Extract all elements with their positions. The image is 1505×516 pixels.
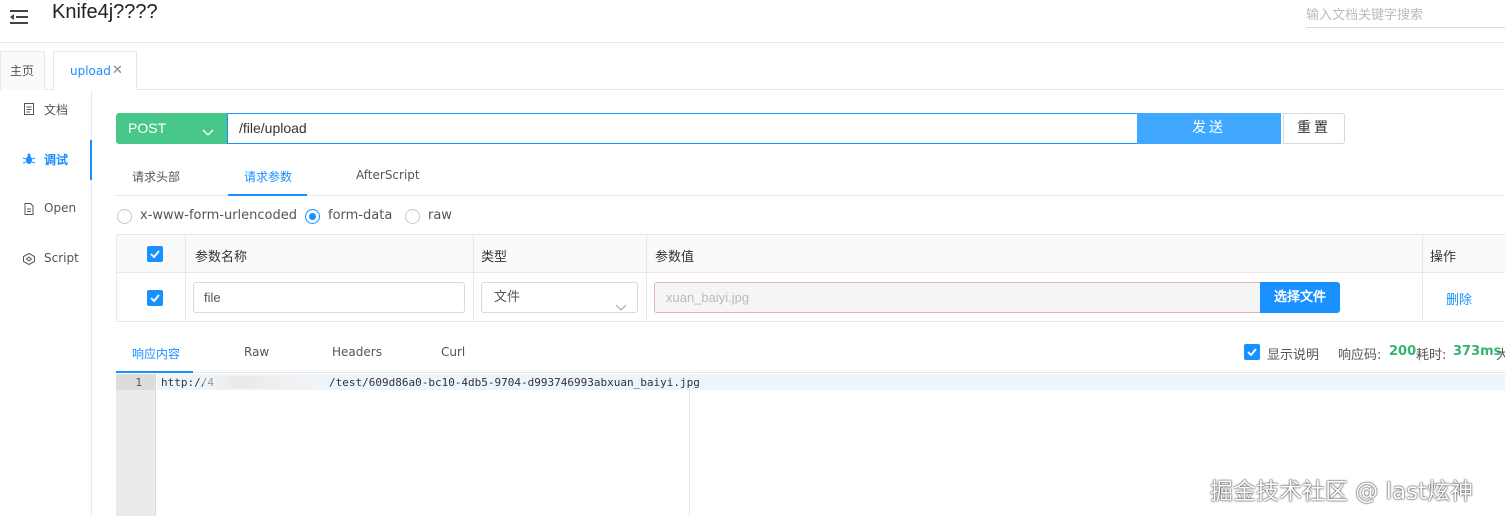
code-suffix: /test/609d86a0-bc10-4db5-9704-d993746993… [328,376,700,389]
response-code-label: 响应码: [1338,348,1382,363]
radio-label: form-data [328,208,393,223]
param-value-field[interactable]: xuan_baiyi.jpg [654,282,1260,313]
request-tabs: 请求头部 请求参数 AfterScript [116,158,1505,196]
reset-button[interactable]: 重置 [1283,113,1345,144]
select-all-checkbox[interactable] [147,246,163,262]
tab-upload-label: upload [70,64,111,78]
top-header: Knife4j???? 输入文档关键字搜索 [0,0,1505,43]
row-checkbox[interactable] [147,290,163,306]
method-value: POST [128,120,167,136]
response-time-label: 耗时: [1416,348,1447,363]
sidebar-item-open[interactable]: Open [0,190,92,230]
tab-afterscript[interactable]: AfterScript [356,168,420,196]
response-time-value: 373ms [1453,344,1501,359]
param-type-select[interactable]: 文件 [481,282,638,313]
radio-label: x-www-form-urlencoded [140,208,298,223]
sidebar-item-label: Script [44,251,79,265]
column-divider [646,235,647,321]
tab-request-params[interactable]: 请求参数 [228,168,307,196]
tab-response-raw[interactable]: Raw [244,345,269,373]
watermark: 掘金技术社区 @ last炫神 [1210,479,1474,505]
column-header-name: 参数名称 [195,250,248,265]
sidebar-item-label: Open [44,201,77,215]
sidebar-item-debug[interactable]: 调试 [0,140,92,180]
close-icon[interactable]: ✕ [112,52,123,90]
sidebar: 文档 调试 Open Script [0,90,92,516]
response-code-number: 200 [1389,344,1417,359]
bug-icon [22,152,36,166]
column-divider [185,235,186,321]
tab-response-headers[interactable]: Headers [332,345,382,373]
param-name-input[interactable]: file [193,282,465,313]
column-divider [1422,235,1423,321]
redaction-blur [203,376,321,389]
param-type-value: 文件 [494,290,521,305]
tab-response-curl[interactable]: Curl [441,345,465,373]
method-select[interactable]: POST [116,113,227,144]
column-header-action: 操作 [1430,250,1457,265]
choose-file-button[interactable]: 选择文件 [1260,282,1340,313]
response-code-value: 200 [1389,344,1416,359]
delete-param-link[interactable]: 删除 [1446,289,1472,308]
radio-circle [305,209,320,224]
chevron-down-icon [615,294,627,323]
radio-circle [117,209,132,224]
line-number: 1 [135,376,142,389]
table-header-row [117,235,1505,273]
tab-upload[interactable]: upload ✕ [53,51,137,90]
show-description-checkbox[interactable] [1244,344,1260,360]
tab-request-headers[interactable]: 请求头部 [132,168,180,196]
send-button[interactable]: 发送 [1137,113,1281,144]
column-divider [473,235,474,321]
sidebar-item-script[interactable]: Script [0,240,92,280]
editor-gutter: 1 [116,374,156,516]
sidebar-item-label: 文档 [44,103,69,117]
response-time-number: 373ms [1453,344,1502,359]
file-icon [22,202,36,216]
print-margin [689,374,690,516]
column-header-type: 类型 [481,250,508,265]
params-table: 参数名称 类型 参数值 操作 file 文件 xuan_baiyi.jpg 选择… [116,234,1505,322]
search-input[interactable]: 输入文档关键字搜索 [1306,0,1505,28]
sidebar-item-docs[interactable]: 文档 [0,90,92,130]
tab-response-content[interactable]: 响应内容 [116,345,193,373]
tab-home-label: 主页 [10,64,35,78]
app-title: Knife4j???? [52,1,158,23]
tab-home[interactable]: 主页 [0,51,45,90]
code-icon [22,252,36,266]
radio-label: raw [428,208,452,223]
response-tabs: 响应内容 Raw Headers Curl 显示说明 响应码: 200 耗时: … [116,340,1505,373]
sidebar-item-label: 调试 [44,153,69,167]
show-description-label: 显示说明 [1267,348,1320,363]
response-size-label: 大 [1496,348,1505,363]
column-header-value: 参数值 [655,250,695,265]
url-input[interactable]: /file/upload [227,113,1137,144]
chevron-down-icon [202,124,214,140]
radio-circle [405,209,420,224]
menu-fold-icon[interactable] [8,6,30,28]
document-icon [22,102,36,116]
page-tab-bar: 主页 upload ✕ [0,43,1505,90]
